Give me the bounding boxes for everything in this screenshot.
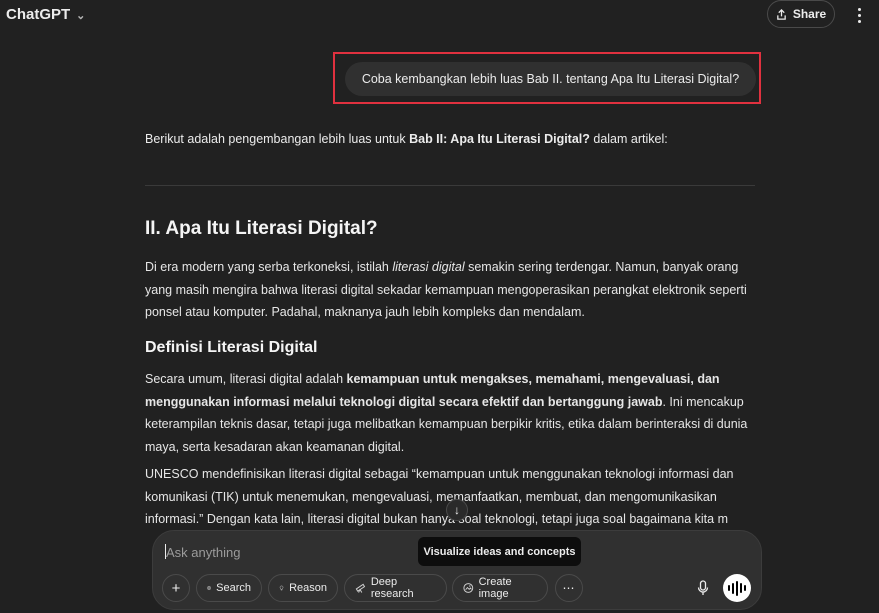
prompt-input[interactable] — [166, 542, 406, 562]
reason-label: Reason — [289, 582, 327, 594]
user-message-text: Coba kembangkan lebih luas Bab II. tenta… — [361, 72, 740, 86]
create-image-label: Create image — [478, 576, 512, 600]
user-message-bubble: Coba kembangkan lebih luas Bab II. tenta… — [345, 62, 756, 96]
more-tools-button[interactable]: ⋯ — [555, 574, 583, 602]
deep-research-label: Deep research — [370, 576, 414, 600]
create-image-button[interactable]: Create image — [452, 574, 548, 602]
tooltip: Visualize ideas and concepts — [418, 537, 581, 566]
plus-icon: + — [171, 579, 181, 597]
reason-button[interactable]: Reason — [268, 574, 338, 602]
divider — [145, 185, 755, 186]
share-button[interactable]: Share — [767, 0, 835, 28]
voice-mode-button[interactable] — [723, 574, 751, 602]
chevron-down-icon: ⌄ — [76, 9, 86, 22]
paragraph-1: Di era modern yang serba terkoneksi, ist… — [145, 260, 747, 319]
app-title: ChatGPT — [6, 6, 71, 23]
image-icon — [463, 583, 474, 593]
search-label: Search — [216, 582, 251, 594]
model-selector[interactable]: ChatGPT ⌄ — [6, 6, 85, 23]
deep-research-button[interactable]: Deep research — [344, 574, 447, 602]
arrow-down-icon: ↓ — [454, 503, 460, 517]
assistant-intro: Berikut adalah pengembangan lebih luas u… — [145, 132, 668, 146]
microphone-icon — [697, 580, 709, 595]
dictate-button[interactable] — [691, 576, 715, 600]
search-button[interactable]: Search — [196, 574, 262, 602]
share-label: Share — [792, 7, 827, 21]
kebab-menu-icon[interactable] — [851, 4, 867, 26]
attach-button[interactable]: + — [162, 574, 190, 602]
subsection-heading: Definisi Literasi Digital — [145, 339, 318, 356]
share-icon — [777, 8, 786, 20]
lightbulb-icon — [279, 585, 284, 591]
scroll-down-button[interactable]: ↓ — [446, 499, 468, 521]
top-bar: ChatGPT ⌄ Share — [0, 0, 879, 40]
telescope-icon — [355, 583, 366, 593]
paragraph-2: Secara umum, literasi digital adalah kem… — [145, 372, 748, 454]
ellipsis-icon: ⋯ — [562, 581, 576, 595]
section-heading: II. Apa Itu Literasi Digital? — [145, 218, 378, 239]
voice-mode-icon — [728, 580, 746, 596]
globe-icon — [207, 586, 211, 590]
